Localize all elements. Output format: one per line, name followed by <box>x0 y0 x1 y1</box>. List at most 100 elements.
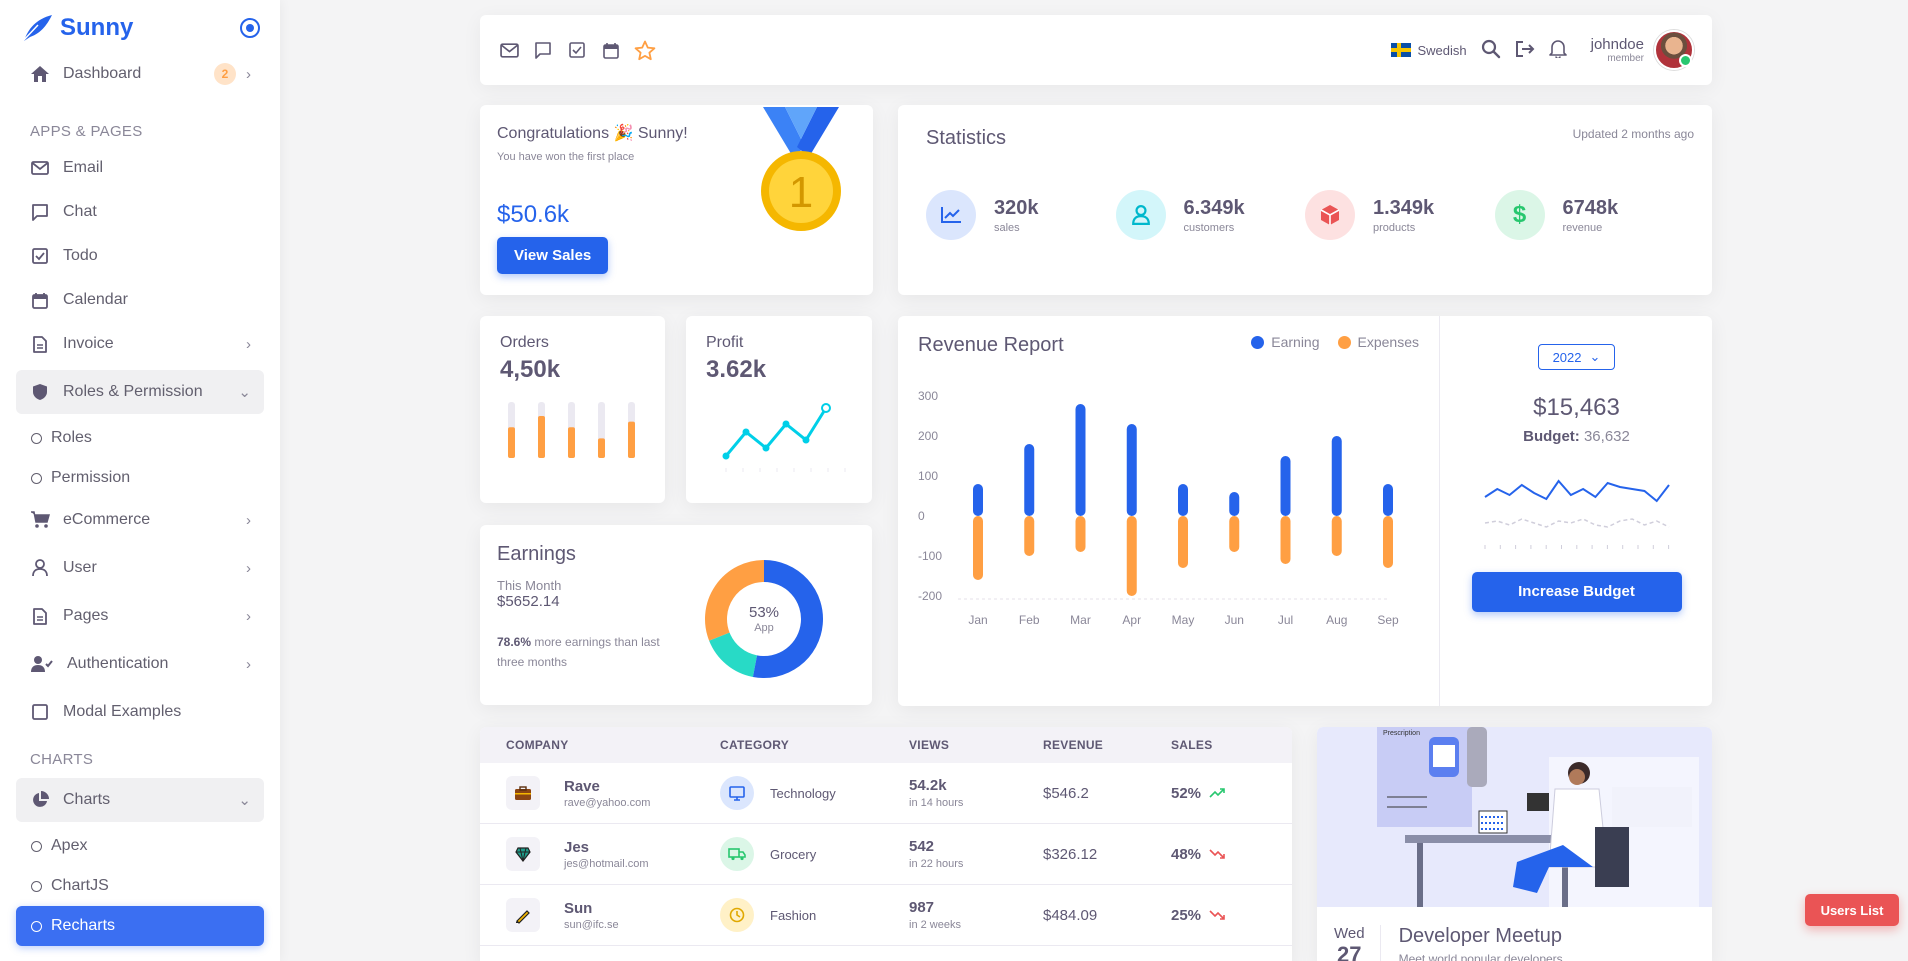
stat-value: 6.349k <box>1183 196 1245 219</box>
sidebar-item-authentication[interactable]: Authentication › <box>16 642 264 686</box>
checkbox-icon <box>29 245 51 267</box>
sidebar-item-recharts[interactable]: Recharts <box>16 906 264 946</box>
stat-customers: 6.349k customers <box>1115 190 1306 240</box>
language-dropdown[interactable]: Swedish <box>1391 43 1467 58</box>
orders-bar <box>568 427 575 458</box>
meetup-subtitle: Meet world popular developers <box>1398 952 1563 961</box>
orders-value: 4,50k <box>500 356 561 383</box>
sidebar-item-apex[interactable]: Apex <box>16 826 264 866</box>
sweden-flag-icon <box>1391 43 1412 57</box>
sidebar-item-calendar[interactable]: Calendar <box>16 278 264 322</box>
sidebar-pin-icon[interactable] <box>240 18 260 38</box>
chevron-right-icon: › <box>246 65 251 83</box>
views-value: 987 <box>909 899 935 916</box>
sidebar-item-roles-permission[interactable]: Roles & Permission ⌄ <box>16 370 264 414</box>
file-icon <box>29 605 51 627</box>
profit-line-chart <box>722 403 846 472</box>
view-sales-button[interactable]: View Sales <box>497 237 609 274</box>
revenue-report-card: Revenue Report Earning Expenses 300 200 10… <box>898 316 1712 706</box>
chevron-right-icon: › <box>246 511 251 529</box>
sidebar-item-chat[interactable]: Chat <box>16 190 264 234</box>
sidebar-item-label: Todo <box>63 247 98 264</box>
budget-amount: $15,463 <box>1533 394 1620 421</box>
earning-bar <box>973 484 983 516</box>
earning-bar <box>1280 456 1291 516</box>
earning-bar <box>1178 484 1188 516</box>
budget-line-dashed <box>1484 518 1669 528</box>
year-dropdown[interactable]: 2022 ⌄ <box>1537 344 1616 370</box>
profit-point <box>821 403 831 413</box>
table-row[interactable]: Sun sun@ifc.se Fashion 987 in 2 weeks $484… <box>480 885 1292 946</box>
meetup-date: Wed 27 <box>1334 925 1381 961</box>
year-label: 2022 <box>1552 349 1582 365</box>
congratulations-card: Congratulations 🎉 Sunny! You have won th… <box>480 105 873 295</box>
avatar[interactable] <box>1654 30 1694 70</box>
logout-icon[interactable] <box>1515 40 1535 61</box>
sidebar-item-label: Pages <box>63 607 109 624</box>
x-tick-label: Aug <box>1326 613 1347 627</box>
sidebar-item-label: eCommerce <box>63 511 151 528</box>
user-name: johndoe <box>1590 36 1644 53</box>
sidebar-item-email[interactable]: Email <box>16 146 264 190</box>
mail-icon[interactable] <box>498 39 520 61</box>
profit-value: 3.62k <box>706 356 767 383</box>
meetup-day: Wed <box>1334 925 1365 942</box>
stat-products: 1.349k products <box>1305 190 1495 240</box>
y-tick-label: 100 <box>918 469 938 483</box>
sidebar-item-dashboard[interactable]: Dashboard 2 › <box>16 52 264 96</box>
users-list-button[interactable]: Users List <box>1805 894 1899 926</box>
sidebar-item-roles[interactable]: Roles <box>16 418 264 458</box>
expenses-bar <box>1229 516 1240 552</box>
donut-label: App <box>754 622 774 634</box>
statistics-updated: Updated 2 months ago <box>1572 127 1694 141</box>
chat-icon[interactable] <box>532 39 554 61</box>
increase-budget-button[interactable]: Increase Budget <box>1471 572 1682 612</box>
table-row[interactable]: Rave rave@yahoo.com Technology 54.2k in 14… <box>480 763 1292 824</box>
trending-down-icon <box>1209 846 1225 862</box>
sidebar-item-label: Modal Examples <box>63 703 182 720</box>
company-email: rave@yahoo.com <box>564 796 651 809</box>
category-cell: Grocery <box>716 837 909 871</box>
user-meta: johndoe member <box>1591 36 1644 64</box>
stat-revenue: $ 6748k revenue <box>1494 190 1685 240</box>
shield-icon <box>29 381 51 403</box>
revenue-cell: $484.09 <box>1043 906 1098 924</box>
legend-expenses: Expenses <box>1337 334 1419 350</box>
checkbox-icon[interactable] <box>566 39 588 61</box>
donut-slice <box>709 632 758 677</box>
company-cell: Rave rave@yahoo.com <box>480 776 716 810</box>
sidebar-item-charts[interactable]: Charts ⌄ <box>16 778 264 822</box>
orders-bar <box>538 416 545 458</box>
views-time: in 22 hours <box>909 858 964 870</box>
company-name: Rave <box>564 777 600 795</box>
expenses-bar <box>1178 516 1188 568</box>
user-menu[interactable]: johndoe member <box>1591 30 1694 70</box>
brand[interactable]: Sunny <box>0 0 280 56</box>
revenue-bar-chart: 300 200 100 0 -100 -200 Jan Feb Mar Apr May Jun Jul A… <box>918 389 1399 627</box>
bell-icon[interactable] <box>1548 39 1567 61</box>
search-icon[interactable] <box>1481 39 1501 62</box>
profit-point <box>802 436 810 444</box>
user-icon <box>29 557 51 579</box>
expenses-bar <box>1383 516 1393 568</box>
sidebar-item-user[interactable]: User › <box>16 546 264 590</box>
sidebar-item-ecommerce[interactable]: eCommerce › <box>16 498 264 542</box>
prescription-label: Prescription <box>1383 730 1420 737</box>
calendar-icon[interactable] <box>600 39 622 61</box>
circle-icon <box>31 472 42 484</box>
views-value: 542 <box>909 838 935 855</box>
x-tick-label: Mar <box>1070 613 1091 627</box>
company-table: COMPANY CATEGORY VIEWS REVENUE SALES Rav… <box>480 727 1292 961</box>
meetup-title: Developer Meetup <box>1398 925 1563 947</box>
sidebar-item-pages[interactable]: Pages › <box>16 594 264 638</box>
sidebar-item-permission[interactable]: Permission <box>16 458 264 498</box>
star-icon[interactable] <box>634 39 656 61</box>
sidebar-item-todo[interactable]: Todo <box>16 234 264 278</box>
table-row[interactable]: Jes jes@hotmail.com Grocery 542 in 22 hour… <box>480 824 1292 885</box>
sidebar-item-chartjs[interactable]: ChartJS <box>16 866 264 906</box>
sidebar-item-invoice[interactable]: Invoice › <box>16 322 264 366</box>
home-icon <box>29 63 51 85</box>
sales-cell: 52% <box>1171 785 1292 802</box>
sidebar-item-modal-examples[interactable]: Modal Examples <box>16 690 264 734</box>
earning-bar <box>1126 424 1137 516</box>
